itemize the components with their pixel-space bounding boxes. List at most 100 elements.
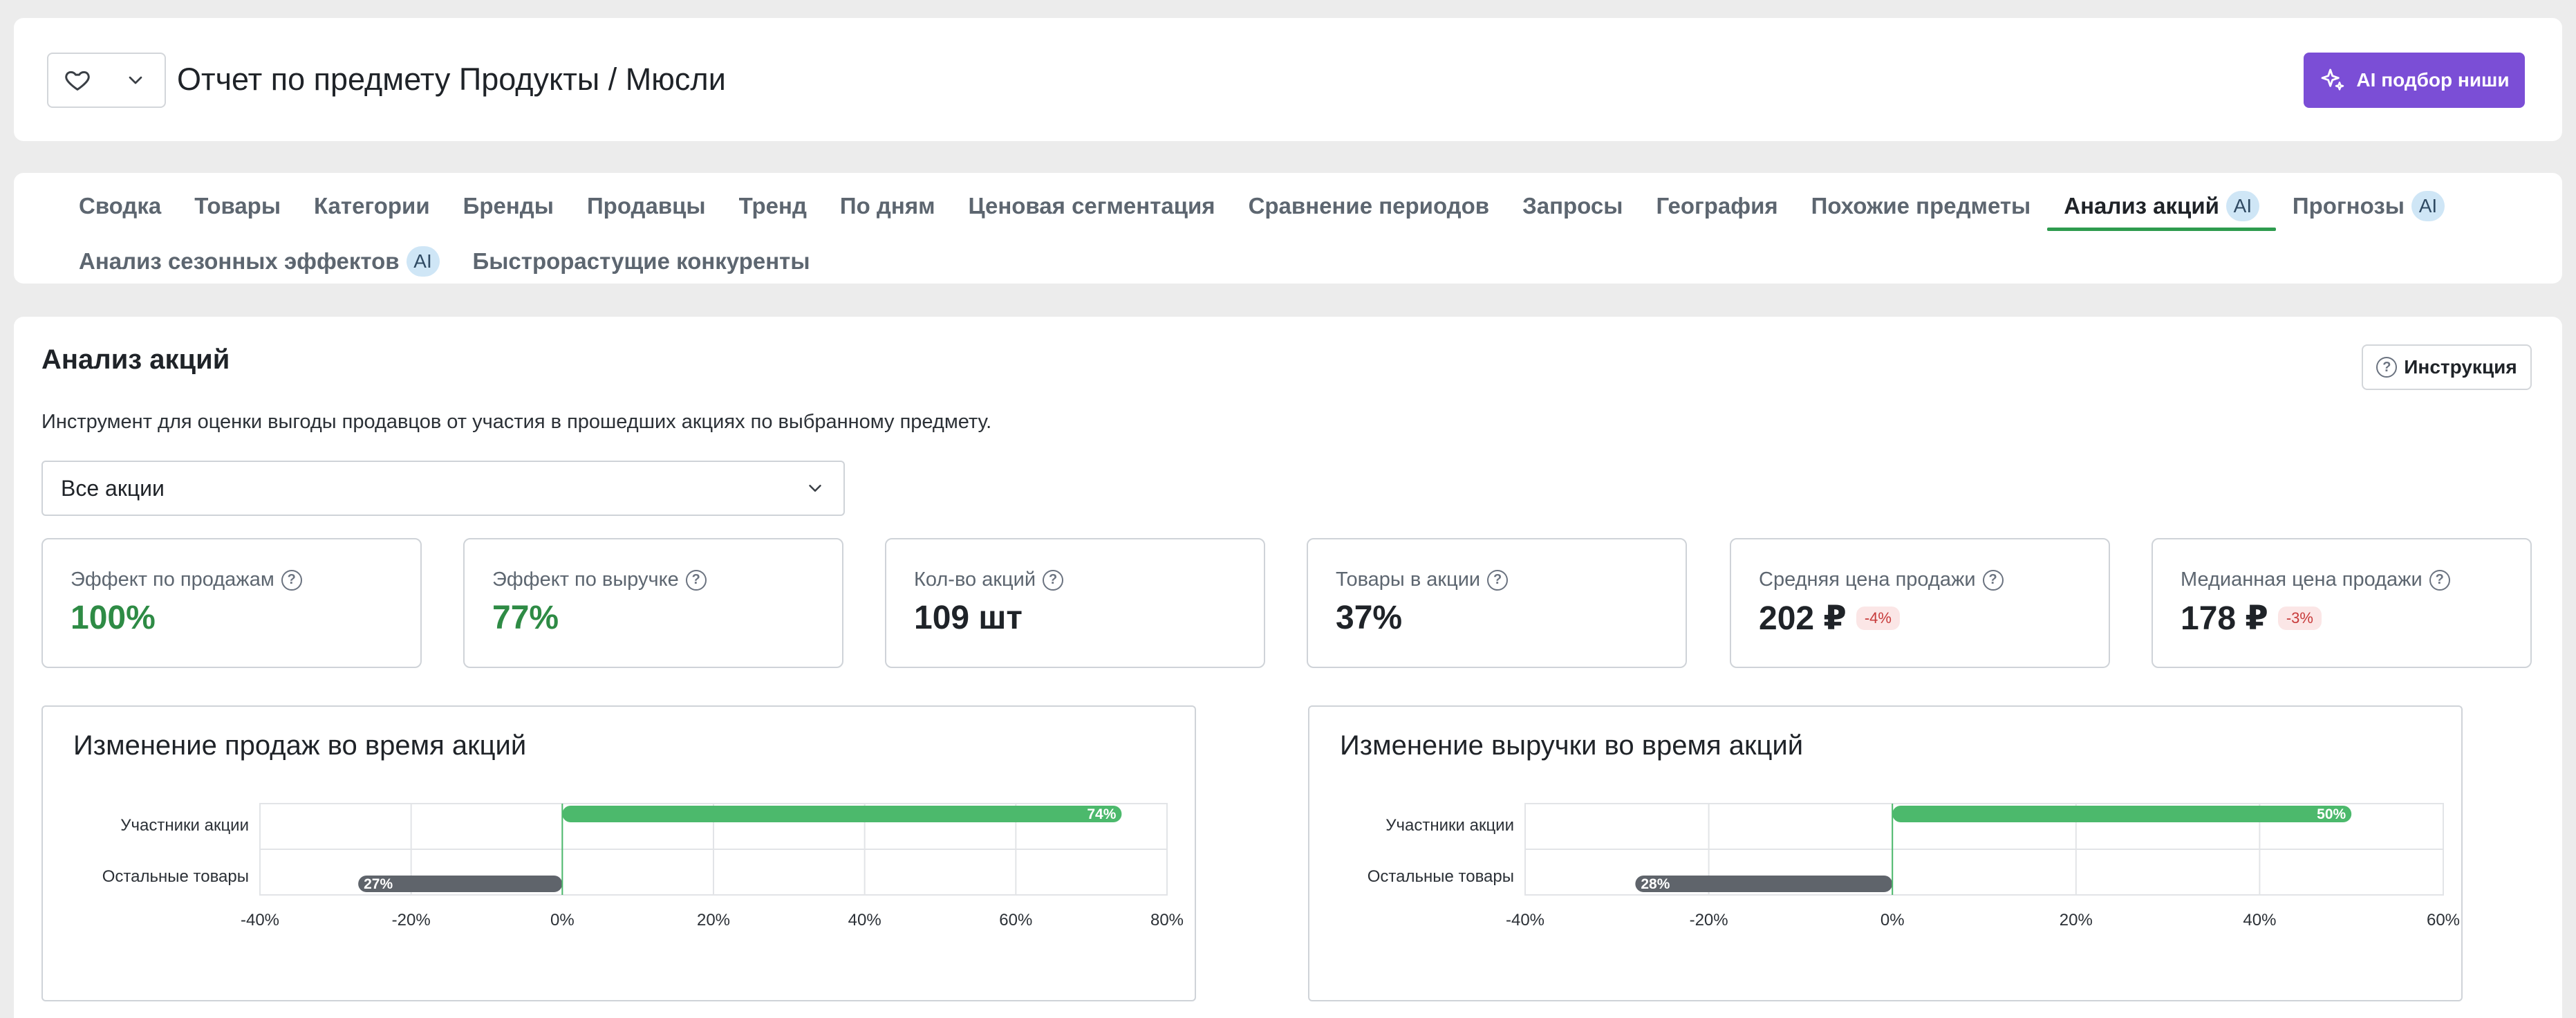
page-title: Отчет по предмету Продукты / Мюсли [177,62,726,97]
tab-queries[interactable]: Запросы [1506,184,1639,228]
ai-niche-button[interactable]: AI подбор ниши [2304,53,2525,108]
chevron-down-icon [129,76,142,84]
x-tick-label: -40% [241,911,279,929]
kpi-median-price: Медианная цена продажи? 178 ₽ -3% [2152,538,2532,668]
kpi-label: Средняя цена продажи? [1759,568,2004,591]
tab-brands[interactable]: Бренды [447,184,570,228]
tab-products[interactable]: Товары [178,184,297,228]
x-tick-label: 20% [697,911,730,929]
revenue-change-chart-card: Изменение выручки во время акций -40% -20… [1308,705,2463,1001]
x-tick-label: -20% [1690,911,1728,929]
sparkle-icon [2322,68,2344,91]
bar [1635,876,1893,892]
tab-label: Бренды [463,193,554,219]
tab-label: Прогнозы [2292,193,2405,219]
section-title: Анализ акций [41,344,230,375]
promo-analysis-panel: Анализ акций ? Инструкция Инструмент для… [14,317,2562,1018]
tab-label: Продавцы [586,193,706,219]
kpi-products-in-promo: Товары в акции? 37% [1307,538,1687,668]
kpi-label: Медианная цена продажи? [2181,568,2450,591]
tab-label: Категории [314,193,430,219]
tab-label: Сравнение периодов [1248,193,1490,219]
x-tick-label: 80% [1150,911,1184,929]
tab-label: Анализ акций [2064,193,2219,219]
kpi-value: 202 ₽ [1759,600,1847,637]
tab-label: Сводка [79,193,162,219]
kpi-revenue-effect: Эффект по выручке? 77% [463,538,843,668]
kpi-label-text: Средняя цена продажи [1759,568,1976,591]
instruction-button[interactable]: ? Инструкция [2362,344,2532,390]
tab-label: Товары [194,193,281,219]
tab-categories[interactable]: Категории [297,184,447,228]
x-tick-label: 40% [848,911,881,929]
kpi-sales-effect: Эффект по продажам? 100% [41,538,422,668]
bar-data-label: 28% [1641,876,1670,892]
tab-by-days[interactable]: По дням [823,184,952,228]
question-icon[interactable]: ? [1487,569,1509,591]
chevron-down-icon [809,485,821,492]
y-category-label: Участники акции [1385,816,1514,835]
tab-promo-analysis[interactable]: Анализ акций AI [2047,184,2276,231]
ai-niche-button-label: AI подбор ниши [2356,69,2510,91]
tab-seasonal-effects[interactable]: Анализ сезонных эффектов AI [62,239,456,284]
kpi-value: 37% [1336,600,1403,636]
instruction-button-label: Инструкция [2404,356,2517,378]
tab-label: Похожие предметы [1811,193,2031,219]
tab-price-segmentation[interactable]: Ценовая сегментация [951,184,1231,228]
kpi-value: 178 ₽ [2181,600,2268,637]
tab-label: География [1656,193,1778,219]
report-header: Отчет по предмету Продукты / Мюсли AI по… [14,18,2562,141]
y-category-label: Участники акции [120,816,249,835]
x-tick-label: 60% [999,911,1032,929]
x-tick-label: 0% [550,911,575,929]
favorite-dropdown-button[interactable] [106,54,165,107]
tab-summary[interactable]: Сводка [62,184,178,228]
tab-forecasts[interactable]: Прогнозы AI [2276,184,2461,228]
kpi-label-text: Товары в акции [1336,568,1481,591]
kpi-label-text: Медианная цена продажи [2181,568,2423,591]
question-icon[interactable]: ? [1043,569,1064,591]
x-tick-label: 40% [2243,911,2276,929]
tabs-row-2: Анализ сезонных эффектов AI Быстрорастущ… [62,239,827,284]
kpi-label: Эффект по выручке? [492,568,707,591]
x-tick-label: -40% [1506,911,1544,929]
section-description: Инструмент для оценки выгоды продавцов о… [41,411,992,433]
tab-label: Запросы [1522,193,1623,219]
kpi-delta-badge: -4% [1856,607,1900,630]
tab-period-comparison[interactable]: Сравнение периодов [1232,184,1506,228]
question-icon[interactable]: ? [281,569,302,591]
tab-fast-growing-competitors[interactable]: Быстрорастущие конкуренты [456,239,827,284]
question-icon[interactable]: ? [1982,569,2004,591]
tab-label: По дням [839,193,935,219]
ai-badge: AI [2411,191,2445,221]
kpi-value-row: 178 ₽ -3% [2181,599,2322,638]
kpi-value: 109 шт [914,600,1023,636]
bar-data-label: 74% [1087,806,1116,822]
question-icon[interactable]: ? [2429,569,2450,591]
tab-label: Анализ сезонных эффектов [79,248,400,274]
promo-select-value: Все акции [61,475,165,501]
tab-trend[interactable]: Тренд [722,184,823,228]
y-category-label: Остальные товары [102,867,249,886]
bar-data-label: 27% [364,876,393,892]
x-tick-label: 60% [2427,911,2460,929]
question-icon: ? [2376,357,2398,378]
favorite-group [47,53,166,108]
tab-label: Быстрорастущие конкуренты [472,248,810,274]
x-tick-label: -20% [392,911,431,929]
sales-change-chart-card: Изменение продаж во время акций -40% -20%… [41,705,1196,1001]
kpi-promo-count: Кол-во акций? 109 шт [885,538,1265,668]
ai-badge: AI [2225,191,2259,221]
kpi-value: 77% [492,600,559,636]
x-tick-label: 0% [1880,911,1905,929]
tab-similar-subjects[interactable]: Похожие предметы [1795,184,2048,228]
promo-select[interactable]: Все акции [41,461,845,516]
kpi-avg-price: Средняя цена продажи? 202 ₽ -4% [1730,538,2110,668]
question-icon[interactable]: ? [685,569,707,591]
tab-sellers[interactable]: Продавцы [570,184,722,228]
revenue-change-chart: -40% -20% 0% 20% 40% 60% Участники акции 50% Ост… [1368,803,2460,929]
favorite-button[interactable] [48,54,106,107]
tab-label: Ценовая сегментация [968,193,1215,219]
tab-geography[interactable]: География [1639,184,1794,228]
kpi-label: Кол-во акций? [914,568,1064,591]
